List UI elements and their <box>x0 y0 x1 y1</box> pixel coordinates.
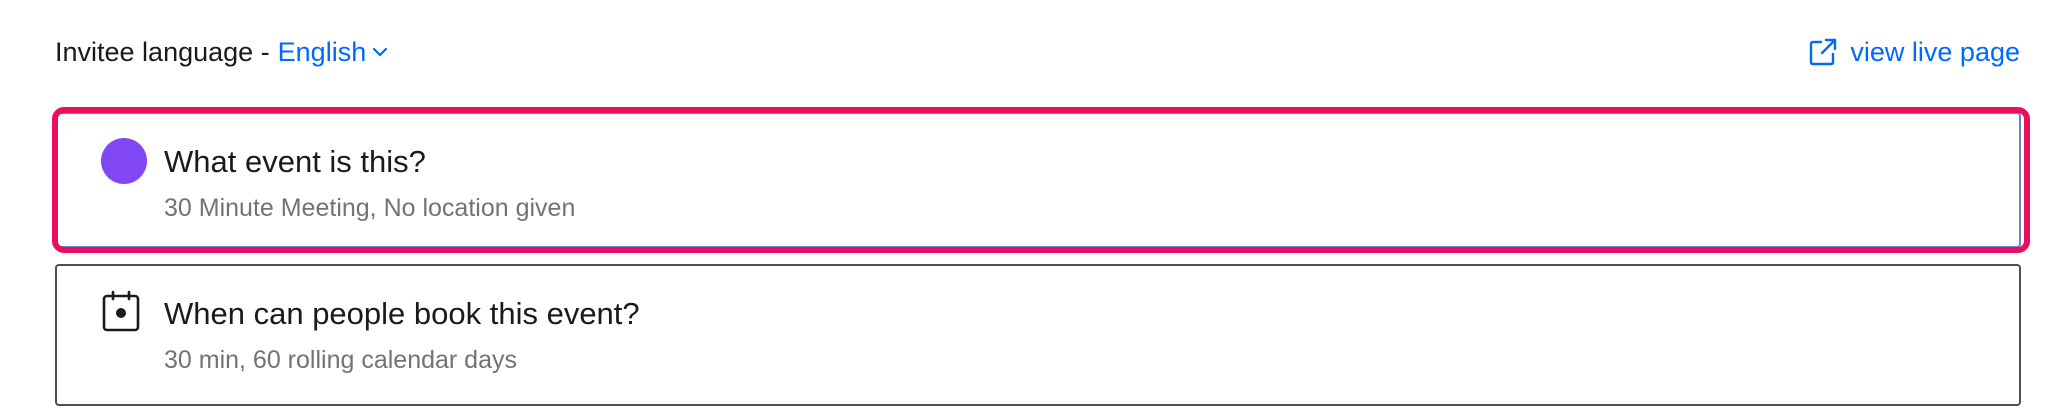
view-live-page-label: view live page <box>1850 36 2020 67</box>
calendar-icon-wrap <box>101 290 149 338</box>
color-dot-icon <box>101 138 147 184</box>
scheduling-subtitle: 30 min, 60 rolling calendar days <box>164 346 517 374</box>
invitee-language: Invitee language - English <box>55 37 388 68</box>
external-link-icon <box>1810 38 1837 66</box>
view-live-page-link[interactable]: view live page <box>1808 37 2020 68</box>
event-color-icon <box>101 138 149 186</box>
top-bar: Invitee language - English view live pag… <box>55 30 2020 74</box>
event-editor: Invitee language - English view live pag… <box>0 0 2060 420</box>
scheduling-card[interactable]: When can people book this event? 30 min,… <box>55 264 2021 406</box>
event-details-title: What event is this? <box>164 144 426 179</box>
scheduling-title: When can people book this event? <box>164 296 640 331</box>
chevron-down-icon <box>373 47 388 57</box>
language-dropdown[interactable]: English <box>278 37 389 68</box>
language-value: English <box>277 36 367 67</box>
event-details-subtitle: 30 Minute Meeting, No location given <box>164 194 576 222</box>
invitee-language-label: Invitee language - <box>55 36 270 67</box>
calendar-icon <box>102 290 140 332</box>
event-details-card[interactable]: What event is this? 30 Minute Meeting, N… <box>55 112 2021 248</box>
